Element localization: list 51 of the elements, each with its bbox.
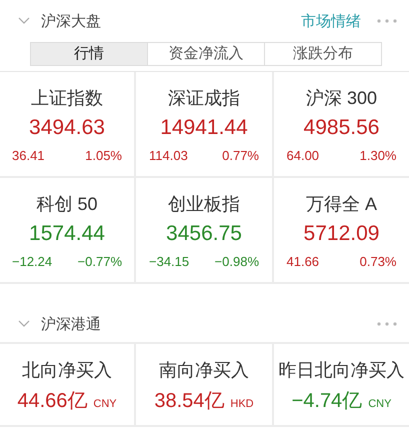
index-card[interactable]: 创业板指 3456.75 −34.15 −0.98% [136,178,274,284]
index-value: 5712.09 [304,222,380,246]
chevron-icon[interactable] [18,17,30,25]
flow-card[interactable]: 南向净买入 38.54亿 HKD [136,344,274,427]
index-card[interactable]: 上证指数 3494.63 36.41 1.05% [0,72,136,178]
currency-label: CNY [93,398,117,410]
index-change: 36.41 [12,148,45,163]
flow-name: 南向净买入 [159,359,249,382]
index-percent: 0.77% [222,148,259,163]
tab[interactable]: 资金净流入 [147,43,264,65]
section-title: 沪深大盘 [41,12,101,30]
index-value: 3456.75 [166,222,242,246]
index-change: 41.66 [286,254,320,269]
flow-name: 北向净买入 [22,359,112,382]
index-card[interactable]: 深证成指 14941.44 114.03 0.77% [136,72,274,178]
index-percent: −0.98% [214,254,259,269]
index-change: −12.24 [12,254,52,269]
flow-card[interactable]: 昨日北向净买入 −4.74亿 CNY [274,344,409,427]
flow-name: 昨日北向净买入 [278,359,404,382]
index-name: 上证指数 [31,87,103,110]
currency-label: CNY [368,398,392,410]
index-name: 科创 50 [36,193,98,216]
index-value: 4985.56 [304,116,380,140]
flow-value: 38.54亿 [154,389,224,414]
index-name: 创业板指 [168,193,240,216]
index-change: −34.15 [149,254,190,269]
index-percent: −0.77% [78,254,122,269]
index-change: 64.00 [286,148,320,163]
index-change: 114.03 [149,148,188,163]
tab[interactable]: 涨跌分布 [264,43,381,65]
index-name: 万得全 A [306,193,377,216]
flow-value: 44.66亿 [17,389,88,414]
index-card[interactable]: 沪深 300 4985.56 64.00 1.30% [274,72,409,178]
index-percent: 1.30% [360,148,396,163]
chevron-icon[interactable] [18,320,30,328]
flow-value: −4.74亿 [292,389,362,414]
index-card[interactable]: 科创 50 1574.44 −12.24 −0.77% [0,178,136,284]
more-icon[interactable] [377,19,397,23]
currency-label: HKD [230,398,254,410]
flow-card[interactable]: 北向净买入 44.66亿 CNY [0,344,136,427]
index-name: 沪深 300 [306,87,378,110]
index-card[interactable]: 万得全 A 5712.09 41.66 0.73% [274,178,409,284]
section-title: 沪深港通 [41,314,101,334]
index-value: 3494.63 [29,116,105,140]
more-icon[interactable] [377,322,397,326]
index-value: 14941.44 [160,116,248,140]
index-percent: 0.73% [360,254,396,269]
index-percent: 1.05% [85,148,122,163]
index-name: 深证成指 [168,87,240,110]
index-value: 1574.44 [29,222,105,246]
tab[interactable]: 行情 [31,43,147,65]
